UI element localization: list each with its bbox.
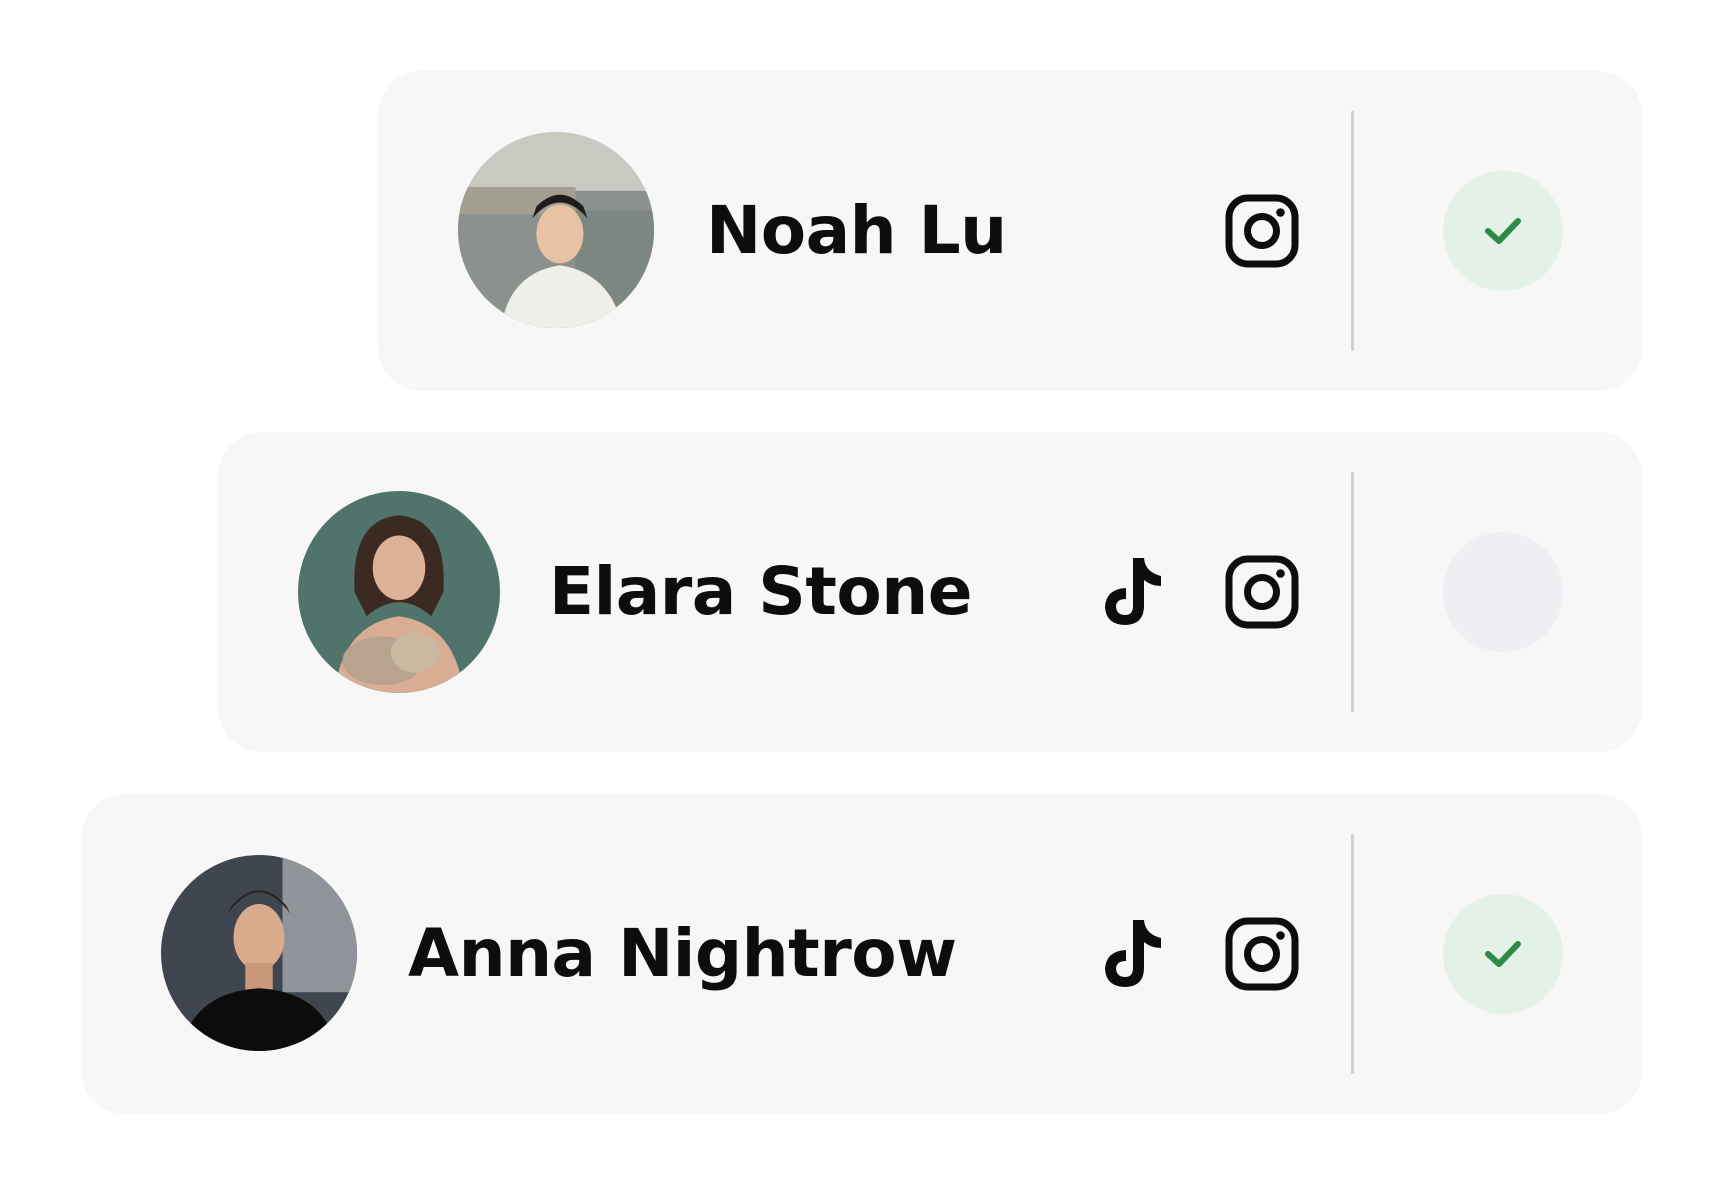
divider bbox=[1351, 834, 1354, 1074]
tiktok-icon[interactable] bbox=[1094, 554, 1170, 630]
instagram-icon[interactable] bbox=[1224, 916, 1300, 992]
selection-toggle[interactable] bbox=[1443, 532, 1563, 652]
avatar bbox=[298, 491, 500, 693]
creator-card[interactable]: Anna Nightrow bbox=[81, 794, 1642, 1114]
avatar bbox=[458, 132, 654, 328]
creator-name: Noah Lu bbox=[706, 192, 1007, 269]
tiktok-icon[interactable] bbox=[1094, 916, 1170, 992]
divider bbox=[1351, 111, 1354, 351]
divider bbox=[1351, 472, 1354, 712]
selection-toggle[interactable] bbox=[1443, 171, 1563, 291]
creator-card[interactable]: Elara Stone bbox=[218, 432, 1642, 752]
creator-name: Anna Nightrow bbox=[408, 915, 957, 992]
selection-toggle[interactable] bbox=[1443, 894, 1563, 1014]
creator-card[interactable]: Noah Lu bbox=[378, 71, 1642, 391]
check-icon bbox=[1485, 218, 1521, 244]
creator-name: Elara Stone bbox=[549, 553, 972, 630]
avatar bbox=[161, 855, 357, 1051]
check-icon bbox=[1485, 941, 1521, 967]
instagram-icon[interactable] bbox=[1224, 193, 1300, 269]
instagram-icon[interactable] bbox=[1224, 554, 1300, 630]
